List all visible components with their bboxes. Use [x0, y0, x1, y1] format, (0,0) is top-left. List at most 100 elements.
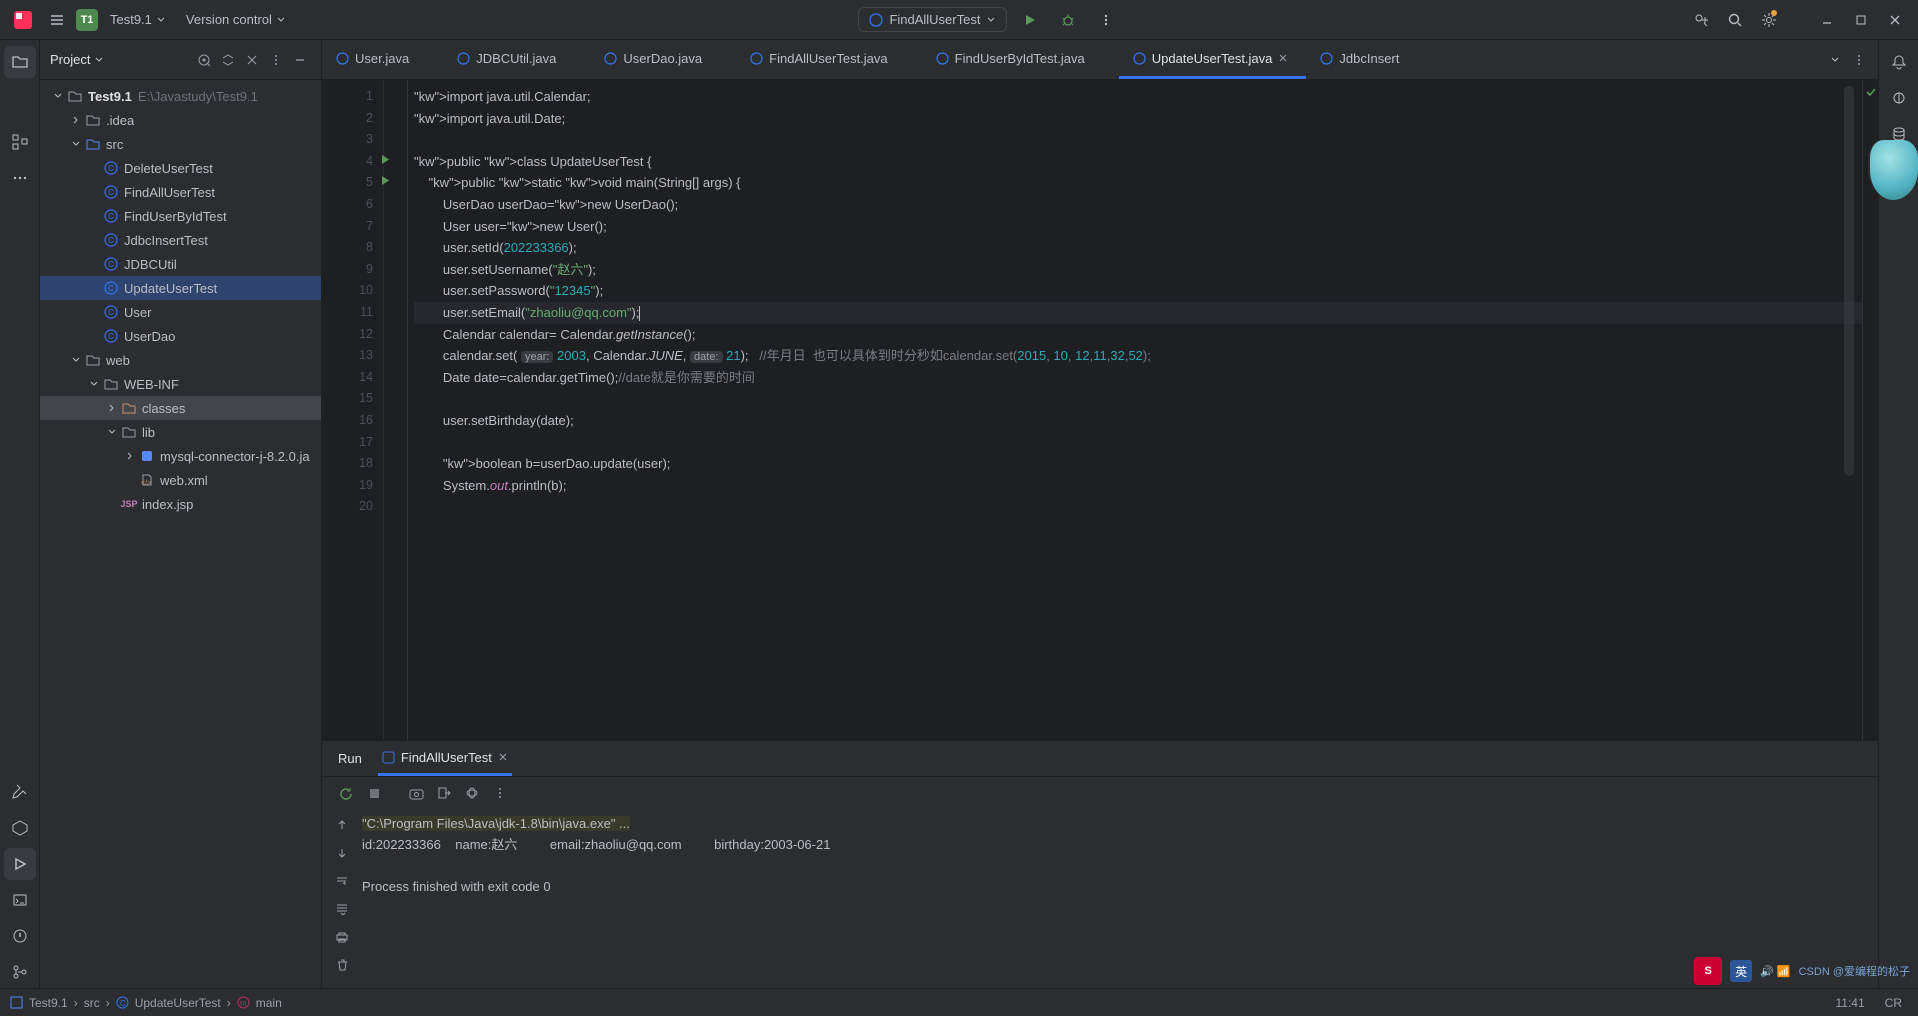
trash-icon[interactable]: [330, 953, 354, 977]
svg-text:C: C: [108, 164, 114, 173]
editor-scrollbar[interactable]: [1844, 86, 1854, 476]
class-icon: [750, 52, 763, 65]
database-icon[interactable]: [1883, 118, 1915, 150]
svg-text:m: m: [240, 999, 247, 1008]
up-icon[interactable]: [330, 813, 354, 837]
hamburger-icon[interactable]: [42, 5, 72, 35]
close-icon[interactable]: [498, 752, 508, 762]
code-with-me-icon[interactable]: [1686, 5, 1716, 35]
tree-file-item[interactable]: CUser: [40, 300, 321, 324]
hide-panel-icon[interactable]: [289, 49, 311, 71]
camera-icon[interactable]: [404, 781, 428, 805]
terminal-tool-button[interactable]: [4, 884, 36, 916]
tree-file-item[interactable]: CFindUserByIdTest: [40, 204, 321, 228]
status-encoding[interactable]: CR: [1879, 994, 1908, 1012]
tree-item[interactable]: mysql-connector-j-8.2.0.ja: [40, 444, 321, 468]
class-icon: [936, 52, 949, 65]
problems-tool-button[interactable]: [4, 920, 36, 952]
tree-file-item[interactable]: CUserDao: [40, 324, 321, 348]
stop-icon[interactable]: [362, 781, 386, 805]
code-editor[interactable]: 1234567891011121314151617181920 "kw">imp…: [322, 80, 1878, 740]
collapse-all-icon[interactable]: [241, 49, 263, 71]
run-panel: Run FindAllUserTest: [322, 740, 1878, 988]
ime-icon[interactable]: S: [1694, 957, 1722, 985]
status-time: 11:41: [1830, 994, 1871, 1012]
editor-tab[interactable]: JDBCUtil.java: [443, 40, 590, 79]
app-logo-icon[interactable]: [8, 5, 38, 35]
class-icon: C: [116, 996, 129, 1009]
tabs-options-icon[interactable]: [1848, 49, 1870, 71]
minimize-icon[interactable]: [1812, 5, 1842, 35]
tree-item[interactable]: classes: [40, 396, 321, 420]
project-panel-title[interactable]: Project: [50, 52, 104, 67]
class-icon: [336, 52, 349, 65]
print-icon[interactable]: [330, 925, 354, 949]
project-tool-button[interactable]: [4, 46, 36, 78]
close-icon[interactable]: [1880, 5, 1910, 35]
editor-tab[interactable]: UpdateUserTest.java: [1119, 40, 1307, 79]
notifications-icon[interactable]: [1883, 46, 1915, 78]
code-content[interactable]: "kw">import java.util.Calendar;"kw">impo…: [408, 80, 1862, 740]
editor-tab[interactable]: UserDao.java: [590, 40, 736, 79]
scroll-end-icon[interactable]: [330, 897, 354, 921]
tree-file-item[interactable]: CJDBCUtil: [40, 252, 321, 276]
tree-item[interactable]: WEB-INF: [40, 372, 321, 396]
svg-text:C: C: [108, 188, 114, 197]
run-options-icon[interactable]: [488, 781, 512, 805]
maximize-icon[interactable]: [1846, 5, 1876, 35]
softwrap-icon[interactable]: [330, 869, 354, 893]
rerun-icon[interactable]: [334, 781, 358, 805]
run-config-tab[interactable]: FindAllUserTest: [378, 742, 512, 776]
close-icon[interactable]: [1278, 53, 1292, 63]
settings-icon[interactable]: [1754, 5, 1784, 35]
structure-tool-button[interactable]: [4, 126, 36, 158]
editor-minimap[interactable]: [1862, 80, 1878, 740]
run-tool-button[interactable]: [4, 848, 36, 880]
svg-text:C: C: [108, 308, 114, 317]
project-selector[interactable]: Test9.1: [102, 8, 174, 31]
expand-all-icon[interactable]: [217, 49, 239, 71]
more-run-icon[interactable]: [1091, 5, 1121, 35]
tree-item[interactable]: lib: [40, 420, 321, 444]
project-tree[interactable]: Test9.1E:\Javastudy\Test9.1 .idea src CD…: [40, 80, 321, 988]
tree-item[interactable]: .idea: [40, 108, 321, 132]
services-tool-button[interactable]: [4, 812, 36, 844]
search-icon[interactable]: [1720, 5, 1750, 35]
editor-tab[interactable]: FindAllUserTest.java: [736, 40, 922, 79]
editor-tab[interactable]: FindUserByIdTest.java: [922, 40, 1119, 79]
tree-file-item[interactable]: CFindAllUserTest: [40, 180, 321, 204]
tree-file-item[interactable]: CJdbcInsertTest: [40, 228, 321, 252]
debug-button[interactable]: [1053, 5, 1083, 35]
vcs-tool-button[interactable]: [4, 956, 36, 988]
tree-item[interactable]: JSPindex.jsp: [40, 492, 321, 516]
ai-assistant-icon[interactable]: [1883, 82, 1915, 114]
down-icon[interactable]: [330, 841, 354, 865]
layout-icon[interactable]: [460, 781, 484, 805]
svg-text:C: C: [108, 212, 114, 221]
editor-tabs: User.javaJDBCUtil.javaUserDao.javaFindAl…: [322, 40, 1878, 80]
exit-icon[interactable]: [432, 781, 456, 805]
tree-item[interactable]: </>web.xml: [40, 468, 321, 492]
tree-item[interactable]: web: [40, 348, 321, 372]
build-tool-button[interactable]: [4, 776, 36, 808]
tabs-dropdown-icon[interactable]: [1824, 49, 1846, 71]
editor-tab[interactable]: JdbcInsert: [1306, 40, 1433, 79]
project-badge: T1: [76, 9, 98, 31]
tree-file-item[interactable]: CUpdateUserTest: [40, 276, 321, 300]
run-output[interactable]: "C:\Program Files\Java\jdk-1.8\bin\java.…: [362, 809, 1878, 988]
run-configuration[interactable]: FindAllUserTest: [858, 7, 1007, 32]
more-tool-button[interactable]: [4, 162, 36, 194]
editor-tab[interactable]: User.java: [322, 40, 443, 79]
lang-indicator[interactable]: 英: [1730, 960, 1752, 982]
module-icon: [10, 996, 23, 1009]
svg-text:C: C: [108, 284, 114, 293]
run-button[interactable]: [1015, 5, 1045, 35]
tree-item[interactable]: src: [40, 132, 321, 156]
class-icon: [1320, 52, 1333, 65]
vcs-selector[interactable]: Version control: [178, 8, 294, 31]
tree-root[interactable]: Test9.1E:\Javastudy\Test9.1: [40, 84, 321, 108]
select-opened-icon[interactable]: [193, 49, 215, 71]
panel-options-icon[interactable]: [265, 49, 287, 71]
breadcrumb[interactable]: Test9.1 › src › C UpdateUserTest › m mai…: [10, 996, 282, 1010]
tree-file-item[interactable]: CDeleteUserTest: [40, 156, 321, 180]
